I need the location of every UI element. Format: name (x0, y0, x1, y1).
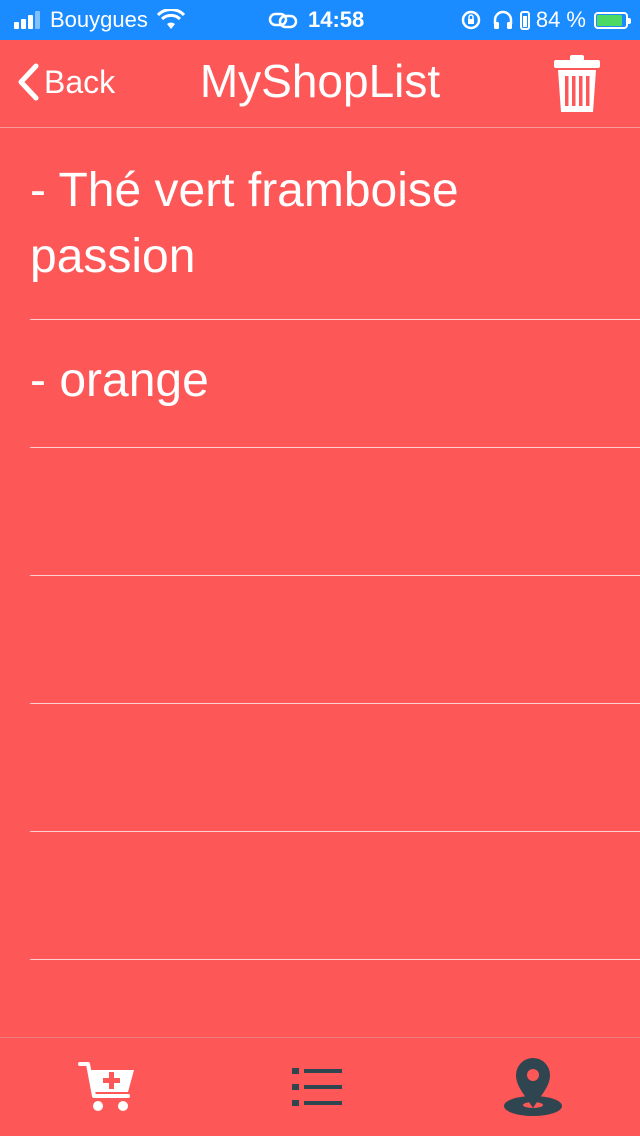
tab-add-to-cart[interactable] (78, 1060, 136, 1119)
rotation-lock-icon (461, 10, 481, 30)
wifi-icon (156, 9, 185, 29)
list-item[interactable]: - orange (30, 320, 640, 448)
status-bar: Bouygues 14:58 84 % (0, 0, 640, 40)
battery-indicator-small-icon (519, 11, 530, 30)
navigation-bar: Back MyShopList (0, 40, 640, 128)
empty-row (30, 576, 640, 704)
page-title: MyShopList (199, 55, 441, 107)
list-item[interactable]: - Thé vert framboise passion (30, 128, 640, 320)
status-left: Bouygues (14, 7, 186, 33)
status-right: 84 % (460, 7, 631, 33)
signal-icon (14, 11, 42, 29)
status-center: 14:58 (268, 7, 364, 33)
status-time: 14:58 (308, 7, 365, 32)
empty-row (30, 832, 640, 960)
list-icon (292, 1068, 342, 1106)
battery-icon (594, 11, 631, 29)
battery-percent: 84 % (535, 7, 586, 32)
tab-list[interactable] (292, 1066, 640, 1113)
empty-row (30, 448, 640, 576)
carrier-name: Bouygues (50, 7, 148, 32)
tab-bar (0, 1037, 640, 1136)
link-icon (268, 12, 298, 29)
empty-row (30, 704, 640, 832)
shopping-list: - Thé vert framboise passion - orange (0, 128, 640, 960)
tab-map[interactable] (502, 1056, 564, 1123)
delete-button[interactable] (552, 54, 602, 119)
headphones-icon (493, 10, 513, 29)
trash-icon (554, 55, 600, 112)
cart-add-icon (78, 1062, 134, 1111)
map-pin-icon (504, 1058, 562, 1116)
